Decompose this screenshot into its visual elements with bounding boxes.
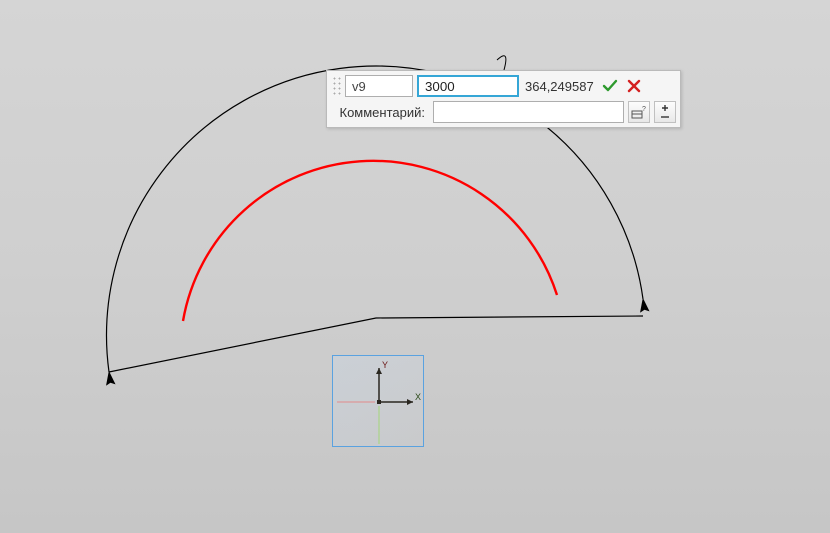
drawing-canvas[interactable]: X Y v9 364,249587 Комментарий: bbox=[0, 0, 830, 533]
close-icon bbox=[629, 81, 639, 91]
dimension-hook bbox=[497, 56, 506, 70]
edit-reference-button[interactable]: ? bbox=[628, 101, 650, 123]
offset-arc bbox=[183, 161, 557, 321]
confirm-button[interactable] bbox=[600, 76, 620, 96]
y-axis-label: Y bbox=[382, 360, 388, 370]
check-icon bbox=[604, 81, 616, 90]
x-axis-label: X bbox=[415, 392, 421, 402]
panel-grip[interactable] bbox=[331, 75, 341, 97]
computed-value: 364,249587 bbox=[523, 79, 596, 94]
coordinate-system-gizmo[interactable]: X Y bbox=[332, 355, 424, 447]
cancel-button[interactable] bbox=[624, 76, 644, 96]
origin-point bbox=[377, 400, 381, 404]
comment-input[interactable] bbox=[433, 101, 624, 123]
dimension-value-input[interactable] bbox=[417, 75, 519, 97]
edit-reference-icon: ? bbox=[631, 105, 647, 119]
plus-minus-button[interactable] bbox=[654, 101, 676, 123]
plus-minus-icon bbox=[659, 105, 671, 119]
dimension-input-panel[interactable]: v9 364,249587 Комментарий: ? bbox=[326, 70, 681, 128]
svg-text:?: ? bbox=[642, 106, 646, 113]
comment-label: Комментарий: bbox=[338, 105, 426, 120]
variable-name-field[interactable]: v9 bbox=[345, 75, 413, 97]
